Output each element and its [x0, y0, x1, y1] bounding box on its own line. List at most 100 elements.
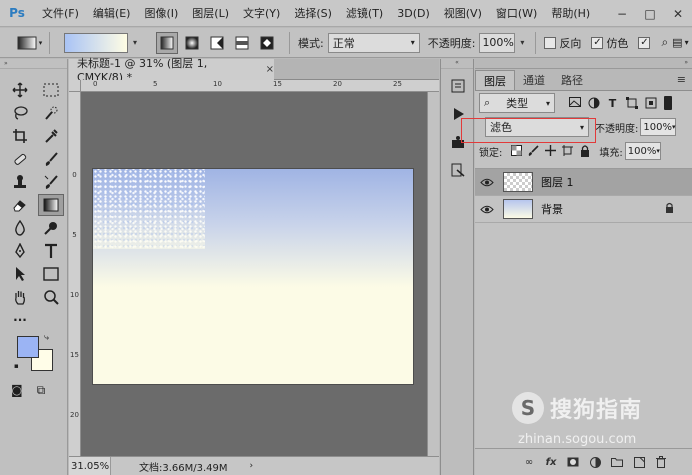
- new-group-icon[interactable]: [606, 457, 628, 467]
- restore-button[interactable]: □: [636, 7, 664, 21]
- type-tool[interactable]: [38, 240, 64, 262]
- linear-gradient-button[interactable]: [156, 31, 178, 54]
- screen-mode-icon[interactable]: ⧉: [37, 383, 46, 398]
- ruler-corner[interactable]: [69, 80, 81, 92]
- path-select-tool[interactable]: [7, 263, 33, 285]
- minimize-button[interactable]: −: [608, 7, 636, 21]
- fill-input[interactable]: 100% ▾: [624, 142, 661, 160]
- clone-stamp-tool[interactable]: [7, 171, 33, 193]
- brush-tool[interactable]: [38, 148, 64, 170]
- tab-layers[interactable]: 图层: [475, 70, 515, 90]
- menu-filter[interactable]: 滤镜(T): [346, 5, 383, 21]
- clone-source-panel-button[interactable]: [445, 159, 471, 181]
- lock-all-icon[interactable]: [576, 145, 593, 157]
- reverse-checkbox[interactable]: [544, 36, 557, 49]
- shape-tool[interactable]: [38, 263, 64, 285]
- menu-layer[interactable]: 图层(L): [192, 5, 229, 21]
- toolbar-collapse[interactable]: »: [0, 59, 67, 69]
- gradient-preview[interactable]: [64, 32, 128, 53]
- strip-collapse[interactable]: «: [441, 59, 473, 69]
- add-mask-icon[interactable]: [562, 457, 584, 467]
- radial-gradient-button[interactable]: [181, 32, 203, 54]
- link-layers-icon[interactable]: ∞: [518, 457, 540, 468]
- new-layer-icon[interactable]: [628, 456, 650, 468]
- document-tab[interactable]: 未标题-1 @ 31% (图层 1, CMYK/8) * ×: [69, 57, 274, 84]
- eraser-tool[interactable]: [7, 194, 33, 216]
- dither-option[interactable]: ✓ 仿色: [591, 35, 628, 51]
- filter-kind-select[interactable]: ⌕ 类型 ▾: [479, 93, 555, 113]
- default-colors-icon[interactable]: ▪: [14, 362, 19, 370]
- marquee-tool[interactable]: [38, 79, 64, 101]
- zoom-level[interactable]: 31.05%: [69, 456, 111, 475]
- menu-3d[interactable]: 3D(D): [397, 7, 430, 20]
- gradient-tool[interactable]: [38, 194, 64, 216]
- pixel-filter-icon[interactable]: [565, 96, 584, 110]
- history-panel-button[interactable]: [445, 75, 471, 97]
- mode-select[interactable]: 正常 ▾: [327, 32, 420, 53]
- tab-channels[interactable]: 通道: [515, 70, 553, 90]
- more-tools[interactable]: ···: [7, 309, 33, 331]
- lock-artboard-icon[interactable]: [559, 145, 576, 157]
- hand-tool[interactable]: [7, 286, 33, 308]
- history-brush-tool[interactable]: [38, 171, 64, 193]
- close-icon[interactable]: ×: [266, 64, 274, 75]
- visibility-eye-icon[interactable]: [475, 178, 499, 187]
- adjustment-filter-icon[interactable]: [584, 97, 603, 110]
- lock-transparent-icon[interactable]: [508, 145, 525, 157]
- quick-select-tool[interactable]: [38, 102, 64, 124]
- visibility-eye-icon[interactable]: [475, 205, 499, 214]
- shape-filter-icon[interactable]: [622, 96, 641, 110]
- close-button[interactable]: ✕: [664, 7, 692, 21]
- diamond-gradient-button[interactable]: [256, 32, 278, 54]
- smart-object-filter-icon[interactable]: [641, 97, 660, 110]
- search-icon[interactable]: ⌕: [661, 35, 668, 50]
- eyedropper-tool[interactable]: [38, 125, 64, 147]
- transparency-option[interactable]: ✓: [638, 36, 653, 49]
- menu-window[interactable]: 窗口(W): [496, 5, 537, 21]
- blur-tool[interactable]: [7, 217, 33, 239]
- menu-view[interactable]: 视图(V): [444, 5, 482, 21]
- opacity-arrow[interactable]: ▾: [517, 33, 527, 53]
- vertical-ruler[interactable]: 0 5 10 15 20: [69, 92, 81, 456]
- layer-name[interactable]: 背景: [541, 201, 563, 217]
- reverse-option[interactable]: 反向: [544, 35, 581, 51]
- quick-mask-icon[interactable]: ◙: [11, 383, 23, 398]
- menu-file[interactable]: 文件(F): [42, 5, 79, 21]
- pen-tool[interactable]: [7, 240, 33, 262]
- crop-tool[interactable]: [7, 125, 33, 147]
- menu-help[interactable]: 帮助(H): [551, 5, 590, 21]
- menu-image[interactable]: 图像(I): [144, 5, 178, 21]
- gradient-picker-arrow[interactable]: ▾: [130, 33, 140, 53]
- layer-name[interactable]: 图层 1: [541, 174, 574, 190]
- type-filter-icon[interactable]: T: [603, 97, 622, 110]
- swap-colors-icon[interactable]: ⤷: [44, 333, 49, 343]
- menu-select[interactable]: 选择(S): [294, 5, 332, 21]
- move-tool[interactable]: [7, 79, 33, 101]
- opacity-input[interactable]: 100%: [479, 32, 516, 53]
- horizontal-ruler[interactable]: 0 5 10 15 20 25: [81, 80, 439, 92]
- foreground-color-swatch[interactable]: [17, 336, 39, 358]
- fx-button[interactable]: fx: [540, 457, 562, 468]
- panel-collapse[interactable]: »: [475, 59, 692, 69]
- zoom-tool[interactable]: [38, 286, 64, 308]
- lasso-tool[interactable]: [7, 102, 33, 124]
- dodge-tool[interactable]: [38, 217, 64, 239]
- filter-toggle[interactable]: [664, 96, 672, 110]
- layer-row-background[interactable]: 背景: [475, 196, 692, 223]
- lock-position-icon[interactable]: [542, 145, 559, 157]
- vertical-scrollbar[interactable]: [427, 92, 439, 456]
- layer-row-layer-1[interactable]: 图层 1: [475, 169, 692, 196]
- reflected-gradient-button[interactable]: [231, 32, 253, 54]
- healing-brush-tool[interactable]: [7, 148, 33, 170]
- tab-paths[interactable]: 路径: [553, 70, 591, 90]
- adjustment-layer-icon[interactable]: [584, 456, 606, 468]
- angle-gradient-button[interactable]: [206, 32, 228, 54]
- workspace-icon[interactable]: ▤: [672, 36, 682, 49]
- lock-pixels-icon[interactable]: [525, 145, 542, 157]
- trash-icon[interactable]: [650, 456, 672, 468]
- layer-opacity-input[interactable]: 100% ▾: [640, 118, 677, 136]
- menu-type[interactable]: 文字(Y): [243, 5, 280, 21]
- panel-menu-icon[interactable]: ≡: [677, 73, 686, 86]
- image-canvas[interactable]: [93, 169, 413, 384]
- tool-preset-picker[interactable]: ▾: [10, 31, 50, 54]
